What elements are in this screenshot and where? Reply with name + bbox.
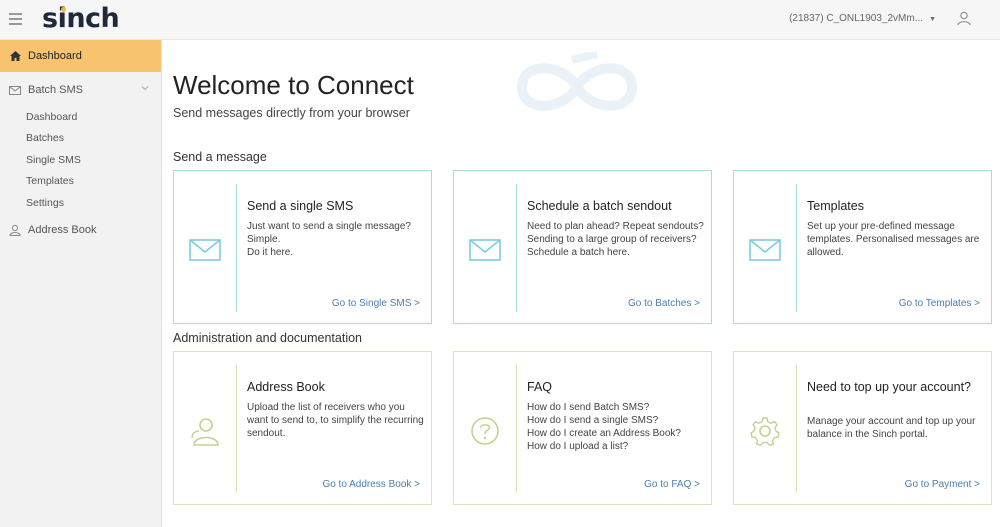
- card-title: Need to top up your account?: [807, 380, 972, 394]
- page-title: Welcome to Connect: [173, 70, 414, 100]
- page-subtitle: Send messages directly from your browser: [173, 106, 410, 120]
- hamburger-menu-icon[interactable]: [9, 13, 22, 25]
- card-title: Send a single SMS: [247, 199, 354, 213]
- card-divider: [236, 365, 237, 493]
- section-title-send: Send a message: [173, 150, 267, 164]
- sidebar-item-address-book[interactable]: Address Book: [0, 214, 161, 246]
- envelope-icon: [749, 239, 781, 261]
- chevron-down-icon[interactable]: [141, 85, 149, 91]
- sidebar-item-batch-sms[interactable]: Batch SMS: [0, 74, 161, 106]
- desc-line: Do it here.: [247, 247, 294, 258]
- sidebar-subitem-batches[interactable]: Batches: [0, 128, 161, 150]
- card-batch-sendout[interactable]: Schedule a batch sendout Need to plan ah…: [453, 170, 712, 324]
- card-divider: [516, 184, 517, 312]
- card-description: Manage your account and top up your bala…: [807, 416, 976, 440]
- contact-icon: [8, 223, 22, 237]
- go-to-address-book-link[interactable]: Go to Address Book >: [322, 479, 420, 490]
- card-single-sms[interactable]: Send a single SMS Just want to send a si…: [173, 170, 432, 324]
- faq-question: How do I upload a list?: [527, 441, 629, 452]
- go-to-faq-link[interactable]: Go to FAQ >: [644, 479, 700, 490]
- card-divider: [796, 365, 797, 493]
- sidebar: Dashboard Batch SMS Dashboard Batches Si…: [0, 40, 162, 527]
- card-divider: [236, 184, 237, 312]
- sidebar-item-dashboard[interactable]: Dashboard: [0, 40, 161, 72]
- sidebar-item-label: Dashboard: [28, 50, 82, 62]
- card-address-book[interactable]: Address Book Upload the list of receiver…: [173, 351, 432, 505]
- card-divider: [796, 184, 797, 312]
- sidebar-subitem-settings[interactable]: Settings: [0, 192, 161, 214]
- envelope-icon: [8, 83, 22, 97]
- faq-question: How do I create an Address Book?: [527, 428, 681, 439]
- card-title: Templates: [807, 199, 864, 213]
- go-to-payment-link[interactable]: Go to Payment >: [905, 479, 980, 490]
- account-name: (21837) C_ONL1903_2vMm...: [789, 13, 924, 24]
- card-faq[interactable]: FAQ How do I send Batch SMS? How do I se…: [453, 351, 712, 505]
- desc-line: Need to plan ahead? Repeat sendouts? Sen…: [527, 221, 704, 245]
- desc-line: Just want to send a single message? Simp…: [247, 221, 411, 245]
- go-to-templates-link[interactable]: Go to Templates >: [899, 298, 980, 309]
- gear-icon: [750, 417, 780, 446]
- faq-question: How do I send Batch SMS?: [527, 402, 650, 413]
- contact-icon: [191, 418, 219, 446]
- logo-dot: [61, 7, 66, 12]
- top-bar: sinch (21837) C_ONL1903_2vMm... ▼: [0, 0, 1000, 40]
- sidebar-item-label: Address Book: [28, 223, 97, 236]
- user-icon[interactable]: [956, 10, 972, 26]
- card-description: Just want to send a single message? Simp…: [247, 220, 425, 259]
- sidebar-subitem-single-sms[interactable]: Single SMS: [0, 149, 161, 171]
- card-description: Need to plan ahead? Repeat sendouts? Sen…: [527, 220, 705, 259]
- card-title: Address Book: [247, 380, 325, 394]
- envelope-icon: [469, 239, 501, 261]
- sidebar-subitem-templates[interactable]: Templates: [0, 171, 161, 193]
- section-title-admin: Administration and documentation: [173, 331, 363, 345]
- card-templates[interactable]: Templates Set up your pre-defined messag…: [733, 170, 992, 324]
- envelope-icon: [189, 239, 221, 261]
- desc-line: Schedule a batch here.: [527, 247, 630, 258]
- sinch-watermark-icon: [516, 52, 638, 111]
- home-icon: [8, 49, 22, 63]
- sidebar-item-label: Batch SMS: [28, 84, 84, 96]
- card-title: Schedule a batch sendout: [527, 199, 672, 213]
- batch-sms-submenu: Dashboard Batches Single SMS Templates S…: [0, 106, 161, 214]
- card-top-up[interactable]: Need to top up your account? Manage your…: [733, 351, 992, 505]
- caret-down-icon: ▼: [929, 16, 936, 23]
- sidebar-subitem-dashboard[interactable]: Dashboard: [0, 106, 161, 128]
- sinch-logo[interactable]: sinch: [42, 3, 120, 34]
- account-selector[interactable]: (21837) C_ONL1903_2vMm... ▼: [789, 13, 936, 24]
- question-icon: [471, 417, 499, 445]
- card-divider: [516, 365, 517, 493]
- card-description: Set up your pre-defined message template…: [807, 221, 980, 258]
- card-description: How do I send Batch SMS? How do I send a…: [527, 401, 705, 453]
- main-content: Welcome to Connect Send messages directl…: [162, 40, 1000, 527]
- go-to-single-sms-link[interactable]: Go to Single SMS >: [332, 298, 420, 309]
- faq-question: How do I send a single SMS?: [527, 415, 659, 426]
- card-description: Upload the list of receivers who you wan…: [247, 402, 424, 439]
- go-to-batches-link[interactable]: Go to Batches >: [628, 298, 700, 309]
- card-title: FAQ: [527, 380, 553, 394]
